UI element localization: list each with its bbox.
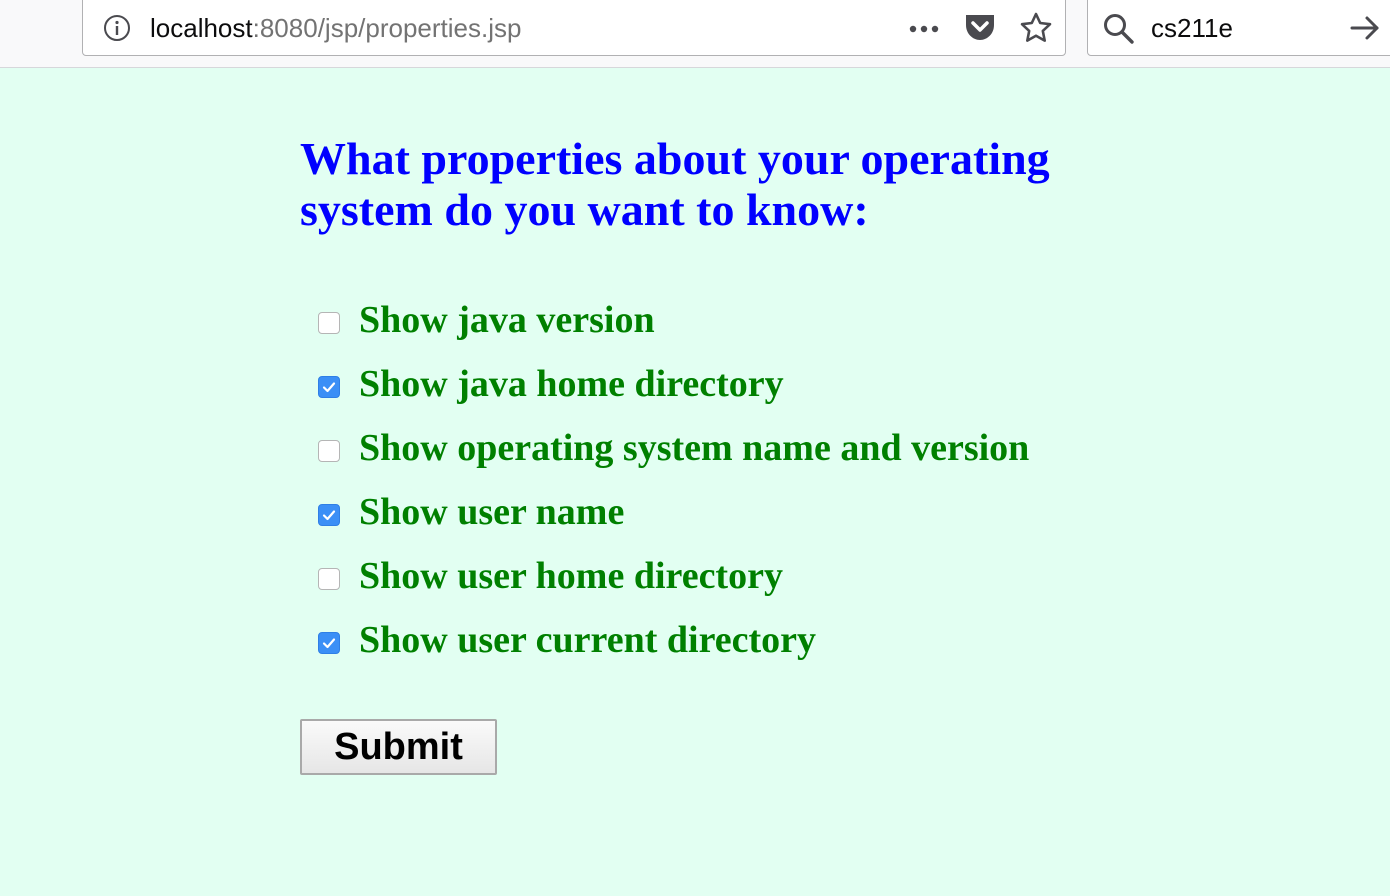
url-path: :8080/jsp/properties.jsp [252,13,522,43]
url-host: localhost [150,13,253,43]
search-icon [1102,12,1136,46]
option-label[interactable]: Show operating system name and version [359,426,1029,470]
checkmark-icon [322,510,336,521]
checkmark-icon [322,382,336,393]
pocket-icon[interactable] [963,11,997,43]
browser-toolbar: localhost:8080/jsp/properties.jsp cs211e [0,0,1390,68]
checkmark-icon [322,638,336,649]
url-bar[interactable]: localhost:8080/jsp/properties.jsp [82,0,1066,56]
checkbox-java-home[interactable] [318,376,340,398]
option-user-name[interactable]: Show user name [318,480,1029,544]
page-heading: What properties about your operating sys… [300,133,1050,235]
search-input[interactable]: cs211e [1151,13,1233,43]
option-label[interactable]: Show java version [359,298,655,342]
search-bar[interactable]: cs211e [1087,0,1390,56]
url-text[interactable]: localhost:8080/jsp/properties.jsp [150,13,521,43]
arrow-right-icon[interactable] [1348,13,1382,43]
properties-checkbox-list: Show java version Show java home directo… [318,288,1029,672]
option-user-home[interactable]: Show user home directory [318,544,1029,608]
info-icon[interactable] [103,14,131,42]
checkbox-user-name[interactable] [318,504,340,526]
star-icon[interactable] [1019,11,1053,45]
option-user-current-dir[interactable]: Show user current directory [318,608,1029,672]
checkbox-user-current-dir[interactable] [318,632,340,654]
option-java-version[interactable]: Show java version [318,288,1029,352]
more-horizontal-icon[interactable] [907,17,943,41]
checkbox-user-home[interactable] [318,568,340,590]
option-java-home[interactable]: Show java home directory [318,352,1029,416]
option-os-name-version[interactable]: Show operating system name and version [318,416,1029,480]
option-label[interactable]: Show user home directory [359,554,783,598]
submit-button[interactable]: Submit [300,719,497,775]
option-label[interactable]: Show java home directory [359,362,784,406]
checkbox-java-version[interactable] [318,312,340,334]
option-label[interactable]: Show user name [359,490,624,534]
checkbox-os-name-version[interactable] [318,440,340,462]
option-label[interactable]: Show user current directory [359,618,816,662]
